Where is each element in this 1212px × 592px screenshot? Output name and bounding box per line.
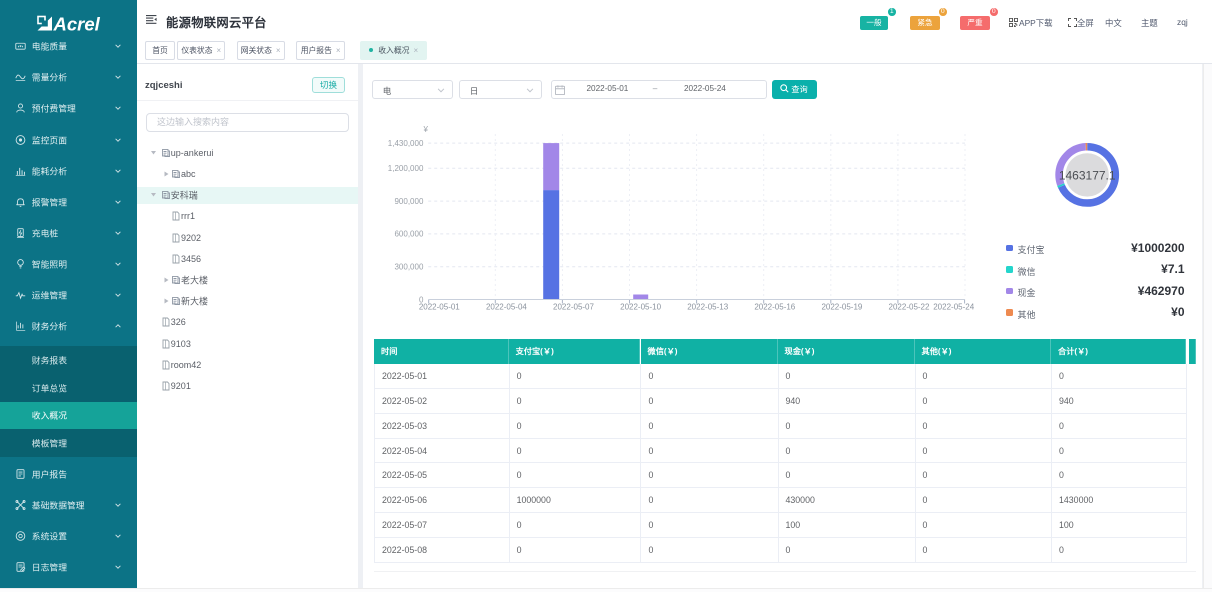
svg-text:2022-05-16: 2022-05-16 (754, 303, 795, 312)
svg-text:1,200,000: 1,200,000 (388, 164, 424, 173)
svg-text:900,000: 900,000 (394, 197, 423, 206)
svg-text:Acrel: Acrel (53, 15, 101, 32)
svg-text:2022-05-07: 2022-05-07 (553, 303, 594, 312)
svg-text:1,430,000: 1,430,000 (388, 139, 424, 148)
svg-text:2022-05-04: 2022-05-04 (486, 303, 527, 312)
svg-text:600,000: 600,000 (394, 230, 423, 239)
svg-text:¥: ¥ (423, 125, 429, 134)
svg-text:2022-05-13: 2022-05-13 (687, 303, 728, 312)
svg-text:2022-05-01: 2022-05-01 (419, 303, 460, 312)
svg-text:300,000: 300,000 (394, 263, 423, 272)
svg-text:2022-05-24: 2022-05-24 (933, 303, 974, 312)
svg-text:1463177.1: 1463177.1 (1059, 169, 1116, 183)
svg-text:2022-05-19: 2022-05-19 (821, 303, 862, 312)
svg-text:2022-05-22: 2022-05-22 (889, 303, 930, 312)
svg-text:2022-05-10: 2022-05-10 (620, 303, 661, 312)
